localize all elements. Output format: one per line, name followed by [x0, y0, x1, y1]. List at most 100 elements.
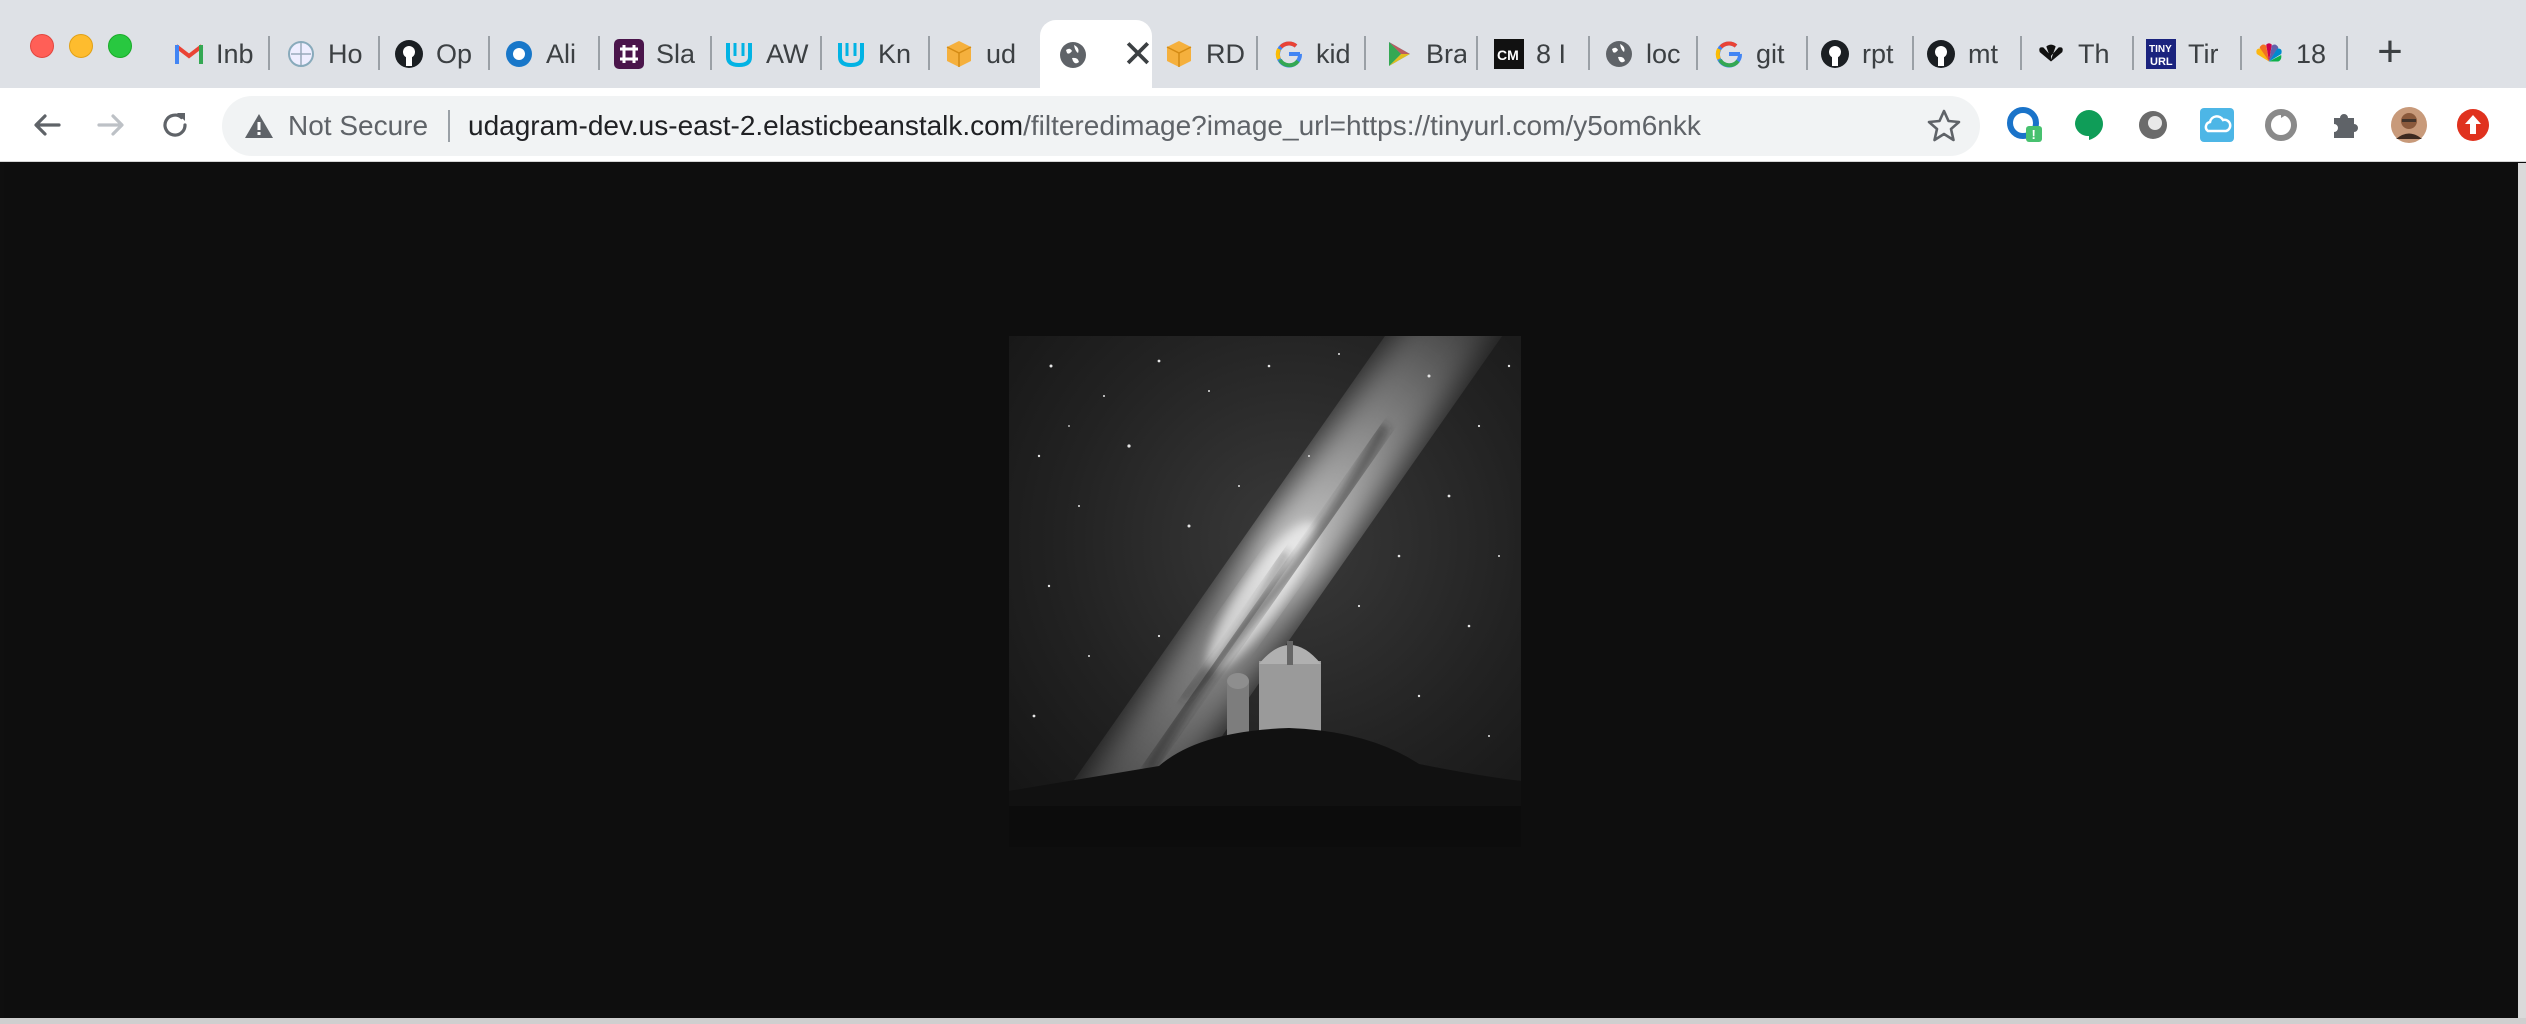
close-tab-icon[interactable]: ✕ — [1122, 36, 1152, 74]
back-button[interactable] — [24, 102, 70, 148]
tab-divider — [1696, 36, 1698, 70]
globe-icon — [1604, 39, 1634, 69]
tab-github-op[interactable]: Op — [394, 24, 476, 84]
tab-box-rd[interactable]: RD — [1164, 24, 1244, 84]
tab-divider — [488, 36, 490, 70]
tab-divider — [1476, 36, 1478, 70]
tab-divider — [2240, 36, 2242, 70]
tab-divider — [2132, 36, 2134, 70]
tab-divider — [928, 36, 930, 70]
warning-icon — [245, 114, 273, 138]
nbc-color-icon — [2254, 39, 2284, 69]
tab-label: Tir — [2188, 38, 2219, 69]
github-icon — [1926, 39, 1956, 69]
tab-slack[interactable]: Sla — [614, 24, 702, 84]
tab-label: Op — [436, 38, 473, 69]
address-bar[interactable]: Not Secure udagram-dev.us-east-2.elastic… — [222, 96, 1980, 156]
nbc-icon — [2036, 39, 2066, 69]
tab-ali[interactable]: Ali — [504, 24, 588, 84]
tab-loc[interactable]: loc — [1604, 24, 1686, 84]
window-edge — [2518, 163, 2526, 1024]
window-minimize-button[interactable] — [69, 34, 93, 58]
update-arrow-icon[interactable] — [2454, 106, 2492, 144]
tab-label: Inb — [216, 38, 254, 69]
tab-label: git — [1756, 38, 1785, 69]
milky-way-photo — [1009, 336, 1521, 847]
tab-label: Th — [2078, 38, 2110, 69]
globe-outline-icon — [286, 39, 316, 69]
tab-label: Bra — [1426, 38, 1466, 69]
hangouts-icon[interactable] — [2070, 106, 2108, 144]
tab-label: Sla — [656, 38, 696, 69]
page-content — [4, 163, 2518, 1018]
tab-divider — [2020, 36, 2022, 70]
tab-google-git[interactable]: git — [1714, 24, 1796, 84]
window-edge — [0, 1018, 2526, 1024]
tab-divider — [378, 36, 380, 70]
tab-gmail[interactable]: Inb — [174, 24, 254, 84]
record-icon[interactable] — [2134, 106, 2172, 144]
new-tab-button[interactable]: + — [2370, 30, 2410, 74]
box-icon — [944, 39, 974, 69]
reload-icon — [163, 113, 187, 137]
tab-label: mt — [1968, 38, 1998, 69]
tab-divider — [1256, 36, 1258, 70]
cm-icon: CM — [1494, 39, 1524, 69]
tab-github-mt[interactable]: mt — [1926, 24, 2012, 84]
tab-udacity-aw[interactable]: AW — [724, 24, 810, 84]
circle-blue-icon — [504, 39, 534, 69]
tab-box-ud[interactable]: ud — [944, 24, 1022, 84]
browser-window: Inb Ho Op Ali Sla AW Kn ud ✕ RD kid Bra … — [0, 0, 2526, 1024]
window-maximize-button[interactable] — [108, 34, 132, 58]
tab-label: kid — [1316, 38, 1351, 69]
tab-divider — [1912, 36, 1914, 70]
forward-button[interactable] — [88, 102, 134, 148]
grammar-extension-icon[interactable]: ! — [2006, 106, 2044, 144]
tab-divider — [820, 36, 822, 70]
tab-nbc-color[interactable]: 18 — [2254, 24, 2336, 84]
play-icon — [1384, 39, 1414, 69]
puzzle-icon[interactable] — [2326, 106, 2364, 144]
url-path: /filteredimage?image_url=https://tinyurl… — [1023, 110, 1701, 141]
url-text[interactable]: udagram-dev.us-east-2.elasticbeanstalk.c… — [468, 96, 1701, 156]
tab-label: 8 I — [1536, 38, 1567, 69]
tab-divider — [710, 36, 712, 70]
cloud-extension-icon[interactable] — [2198, 106, 2236, 144]
profile-avatar[interactable] — [2390, 106, 2428, 144]
tab-divider — [1588, 36, 1590, 70]
tinyurl-icon: TINY URL — [2146, 39, 2176, 69]
forward-arrow-icon — [97, 114, 124, 136]
svg-text:CM: CM — [1497, 47, 1519, 63]
tab-label: Kn — [878, 38, 912, 69]
not-secure-label[interactable]: Not Secure — [288, 96, 428, 156]
tab-tinyurl[interactable]: TINY URL Tir — [2146, 24, 2230, 84]
tab-divider — [1364, 36, 1366, 70]
google-icon — [1714, 39, 1744, 69]
star-outline-icon[interactable] — [1926, 108, 1962, 144]
refresh-extension-icon[interactable] — [2262, 106, 2300, 144]
omnibox-divider — [448, 110, 450, 142]
reload-button[interactable] — [152, 102, 198, 148]
tab-active[interactable]: ✕ — [1040, 20, 1152, 90]
tab-divider — [2346, 36, 2348, 70]
svg-text:URL: URL — [2150, 56, 2173, 68]
github-icon — [1820, 39, 1850, 69]
tab-ho[interactable]: Ho — [286, 24, 366, 84]
tab-divider — [598, 36, 600, 70]
tab-divider — [268, 36, 270, 70]
tab-label: 18 — [2296, 38, 2327, 69]
tab-play-bra[interactable]: Bra — [1384, 24, 1466, 84]
udacity-icon — [724, 39, 754, 69]
tab-nbc-th[interactable]: Th — [2036, 24, 2120, 84]
tab-udacity-kn[interactable]: Kn — [836, 24, 920, 84]
extension-badge: ! — [2032, 127, 2036, 142]
slack-icon — [614, 39, 644, 69]
tab-cm[interactable]: CM 8 I — [1494, 24, 1574, 84]
svg-text:TINY: TINY — [2149, 44, 2172, 55]
tab-github-rpt[interactable]: rpt — [1820, 24, 1902, 84]
filtered-image[interactable] — [1009, 336, 1521, 847]
tab-google-kid[interactable]: kid — [1274, 24, 1354, 84]
window-close-button[interactable] — [30, 34, 54, 58]
google-icon — [1274, 39, 1304, 69]
tab-divider — [1806, 36, 1808, 70]
